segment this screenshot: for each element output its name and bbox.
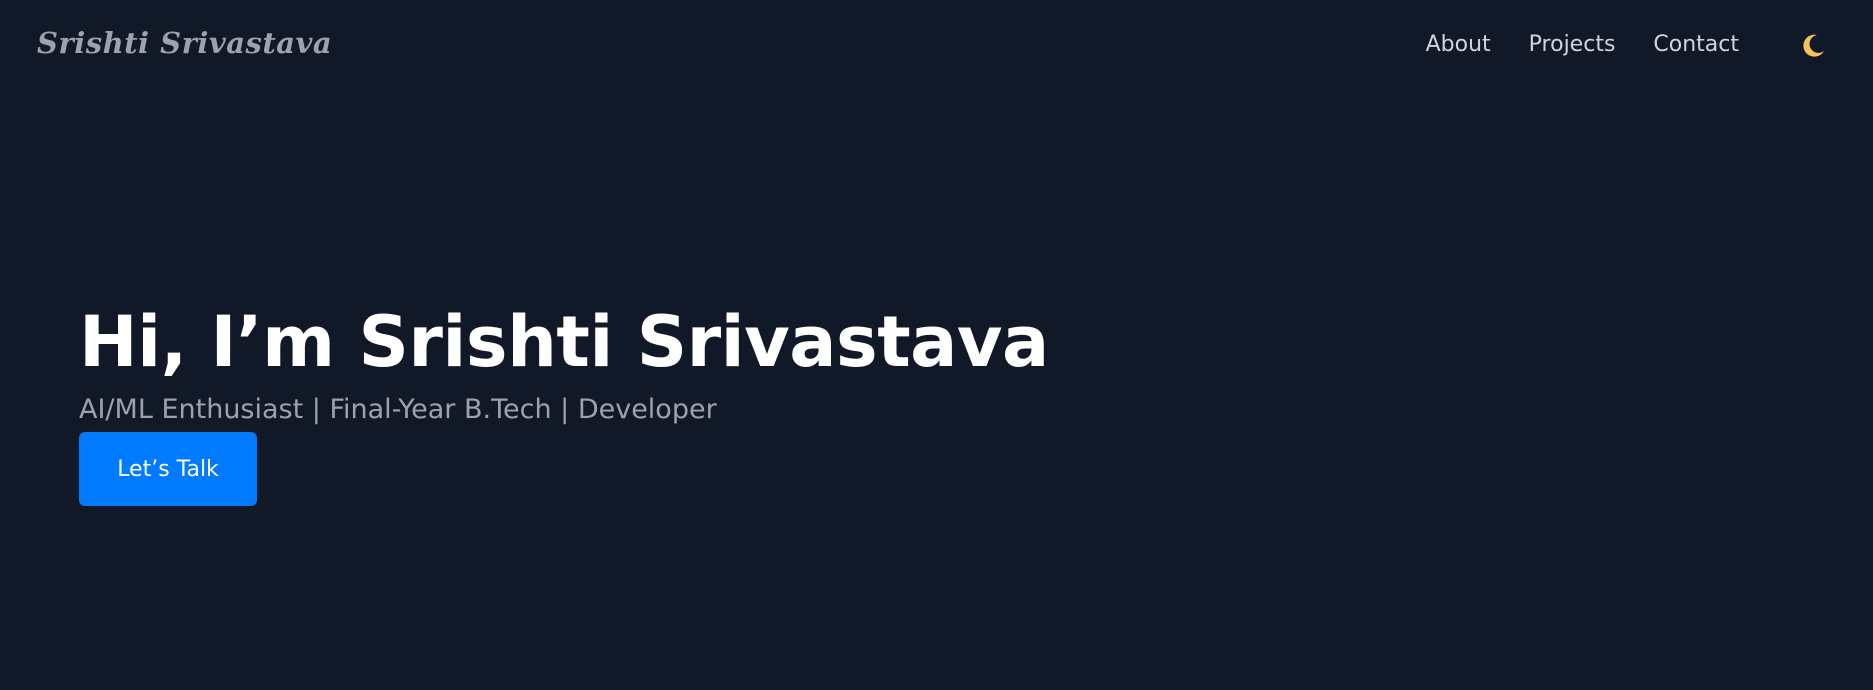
- hero-title: Hi, I’m Srishti Srivastava: [79, 301, 1049, 383]
- nav-link-projects[interactable]: Projects: [1529, 32, 1616, 57]
- hero-section: Hi, I’m Srishti Srivastava AI/ML Enthusi…: [79, 300, 1049, 506]
- theme-toggle-button[interactable]: [1798, 31, 1828, 61]
- lets-talk-button[interactable]: Let’s Talk: [79, 432, 257, 506]
- brand-logo[interactable]: Srishti Srivastava: [37, 26, 332, 60]
- nav-link-about[interactable]: About: [1426, 32, 1491, 57]
- navbar: Srishti Srivastava About Projects Contac…: [0, 0, 1873, 96]
- moon-icon: [1803, 34, 1824, 57]
- nav-links: About Projects Contact: [1426, 32, 1739, 57]
- page: Srishti Srivastava About Projects Contac…: [0, 0, 1873, 690]
- nav-link-contact[interactable]: Contact: [1653, 32, 1739, 57]
- hero-subtitle: AI/ML Enthusiast | Final-Year B.Tech | D…: [79, 394, 717, 425]
